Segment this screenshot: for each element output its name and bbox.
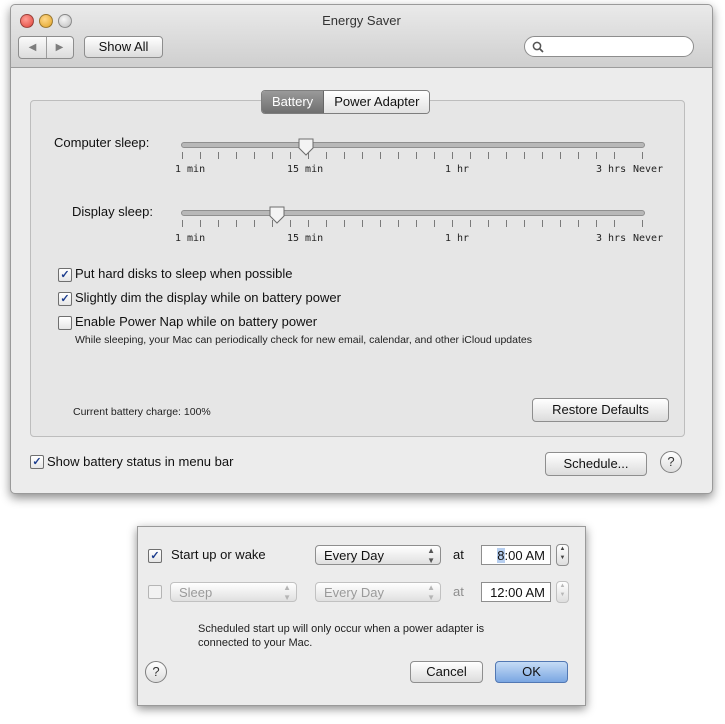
sleep-action-value: Sleep: [179, 585, 213, 600]
ok-button[interactable]: OK: [495, 661, 568, 683]
tab-battery[interactable]: Battery: [262, 91, 325, 113]
sleep-checkbox[interactable]: [148, 585, 162, 599]
sleep-frequency-popup[interactable]: Every Day ▲ ▼: [315, 582, 441, 602]
window-title: Energy Saver: [322, 13, 401, 28]
wake-time-stepper[interactable]: ▲ ▼: [556, 544, 569, 566]
display-sleep-tick-1min: 1 min: [175, 233, 206, 244]
computer-sleep-tick-1hr: 1 hr: [445, 164, 470, 175]
hard-disks-sleep-checkbox[interactable]: ✓: [58, 268, 72, 282]
power-nap-checkbox[interactable]: [58, 316, 72, 330]
search-icon: [532, 41, 544, 53]
dim-display-label[interactable]: Slightly dim the display while on batter…: [75, 290, 341, 305]
checkmark-icon: ✓: [150, 550, 160, 562]
computer-sleep-tick-1min: 1 min: [175, 164, 206, 175]
computer-sleep-tick-15min: 15 min: [287, 164, 324, 175]
computer-sleep-track[interactable]: [181, 142, 645, 148]
wake-time-hour-selection: 8: [497, 548, 505, 563]
schedule-note-line-1: Scheduled start up will only occur when …: [198, 623, 485, 635]
navigation-buttons: ◀ ▶: [18, 36, 74, 59]
start-up-wake-checkbox[interactable]: ✓: [148, 549, 162, 563]
display-sleep-tick-15min: 15 min: [287, 233, 324, 244]
question-mark-icon: ?: [152, 664, 160, 679]
display-sleep-tick-3hrs: 3 hrs: [596, 233, 627, 244]
display-sleep-slider-thumb[interactable]: [269, 206, 285, 224]
show-all-button[interactable]: Show All: [84, 36, 163, 58]
show-battery-status-checkbox[interactable]: ✓: [30, 455, 44, 469]
wake-time-field[interactable]: 8:00 AM: [481, 545, 551, 565]
wake-frequency-popup[interactable]: Every Day ▲ ▼: [315, 545, 441, 565]
computer-sleep-tick-never: Never: [633, 164, 664, 175]
show-battery-status-label[interactable]: Show battery status in menu bar: [47, 454, 233, 469]
search-field[interactable]: [524, 36, 694, 57]
schedule-button[interactable]: Schedule...: [545, 452, 647, 476]
updown-arrows-icon: ▲ ▼: [427, 583, 435, 602]
computer-sleep-tick-3hrs: 3 hrs: [596, 164, 627, 175]
battery-charge-status: Current battery charge: 100%: [73, 406, 211, 418]
tab-bar: Battery Power Adapter: [261, 90, 431, 114]
schedule-note-line-2: connected to your Mac.: [198, 637, 313, 649]
power-nap-description: While sleeping, your Mac can periodicall…: [75, 334, 532, 346]
restore-defaults-button[interactable]: Restore Defaults: [532, 398, 669, 422]
computer-sleep-label: Computer sleep:: [54, 135, 150, 150]
display-sleep-tick-never: Never: [633, 233, 664, 244]
display-sleep-label: Display sleep:: [72, 204, 153, 219]
power-nap-label[interactable]: Enable Power Nap while on battery power: [75, 314, 317, 329]
dialog-help-button[interactable]: ?: [145, 661, 167, 683]
checkmark-icon: ✓: [60, 269, 70, 281]
cancel-button[interactable]: Cancel: [410, 661, 483, 683]
dim-display-checkbox[interactable]: ✓: [58, 292, 72, 306]
wake-time-rest: :00 AM: [504, 548, 545, 563]
back-button[interactable]: ◀: [19, 37, 47, 58]
sleep-at-label: at: [453, 584, 464, 599]
display-sleep-tick-1hr: 1 hr: [445, 233, 470, 244]
wake-frequency-value: Every Day: [324, 548, 384, 563]
hard-disks-sleep-label[interactable]: Put hard disks to sleep when possible: [75, 266, 293, 281]
updown-arrows-icon: ▲ ▼: [283, 583, 291, 602]
sleep-time-field[interactable]: 12:00 AM: [481, 582, 551, 602]
tab-power-adapter[interactable]: Power Adapter: [324, 91, 430, 113]
energy-saver-window: Energy Saver ◀ ▶ Show All Battery Power …: [10, 4, 713, 494]
schedule-dialog: ✓ Start up or wake Every Day ▲ ▼ at 8:00 …: [137, 526, 586, 706]
forward-button[interactable]: ▶: [46, 37, 73, 58]
checkmark-icon: ✓: [60, 293, 70, 305]
question-mark-icon: ?: [667, 454, 675, 469]
search-input[interactable]: [547, 38, 689, 55]
start-up-wake-label[interactable]: Start up or wake: [171, 547, 266, 562]
sleep-time-stepper[interactable]: ▲ ▼: [556, 581, 569, 603]
wake-at-label: at: [453, 547, 464, 562]
sleep-action-popup[interactable]: Sleep ▲ ▼: [170, 582, 297, 602]
forward-arrow-icon: ▶: [55, 42, 64, 53]
updown-arrows-icon: ▲ ▼: [427, 546, 435, 565]
back-arrow-icon: ◀: [28, 42, 37, 53]
help-button[interactable]: ?: [660, 451, 682, 473]
title-bar: Energy Saver ◀ ▶ Show All: [11, 5, 712, 68]
computer-sleep-slider-thumb[interactable]: [298, 138, 314, 156]
display-sleep-track[interactable]: [181, 210, 645, 216]
sleep-frequency-value: Every Day: [324, 585, 384, 600]
checkmark-icon: ✓: [32, 456, 42, 468]
